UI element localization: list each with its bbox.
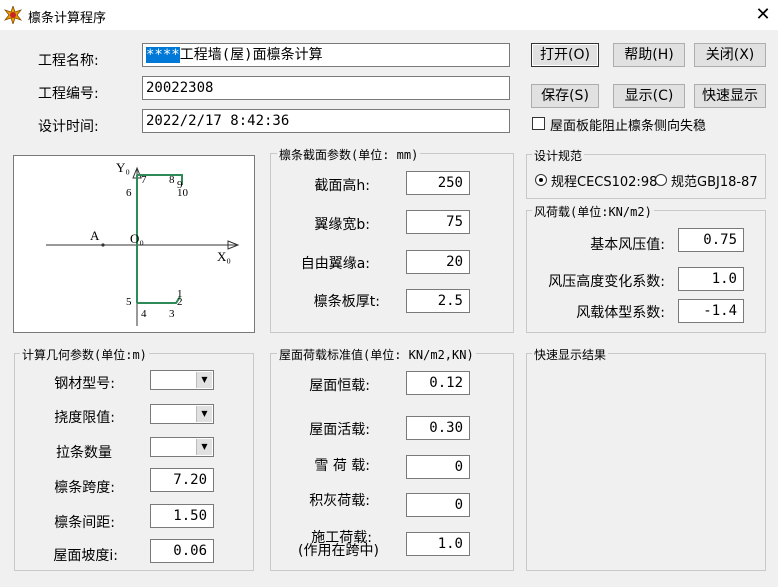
point-5-label: 5 [126,296,132,308]
window-title: 檩条计算程序 [28,11,107,26]
deflection-label: 挠度限值: [54,410,115,426]
shape-factor-input[interactable]: -1.4 [678,299,744,323]
quick-result-title: 快速显示结果 [532,346,609,363]
quick-show-button[interactable]: 快速显示 [694,84,766,108]
project-number-input[interactable]: 20022308 [142,76,510,100]
design-time-input[interactable]: 2022/2/17 8:42:36 [142,109,510,133]
chevron-down-icon[interactable]: ▼ [196,406,212,422]
point-10-label: 10 [177,187,188,199]
point-6-label: 6 [126,187,132,199]
project-name-input[interactable]: ****工程墙(屋)面檩条计算 [142,43,510,67]
prevent-buckling-label: 屋面板能阻止檩条侧向失稳 [550,119,707,134]
construction-load-input[interactable]: 1.0 [406,532,470,556]
point-2-label: 2 [177,296,183,308]
geometry-title: 计算几何参数(单位:m) [20,346,149,363]
spacing-input[interactable]: 1.50 [150,504,214,528]
point-8-label: 8 [169,174,175,186]
span-input[interactable]: 7.20 [150,468,214,492]
y-axis-label: Y₀ [116,160,130,175]
point-3-label: 3 [169,308,175,320]
chevron-down-icon[interactable]: ▼ [196,372,212,388]
project-name-label: 工程名称: [38,53,99,69]
show-button[interactable]: 显示(C) [613,84,685,108]
live-load-label: 屋面活载: [309,422,370,438]
project-name-highlight: **** [146,47,180,63]
design-time-label: 设计时间: [38,119,99,135]
tie-count-select[interactable]: ▼ [150,437,214,457]
lip-input[interactable]: 20 [406,250,470,274]
thickness-input[interactable]: 2.5 [406,289,470,313]
snow-load-label: 雪 荷 载: [314,458,370,474]
help-button[interactable]: 帮助(H) [613,43,685,67]
deflection-select[interactable]: ▼ [150,404,214,424]
code-cecs-label: 规程CECS102:98 [551,175,658,190]
project-number-label: 工程编号: [38,86,99,102]
quick-result-group [526,353,766,571]
steel-type-select[interactable]: ▼ [150,370,214,390]
origin-label: O₀ [130,231,144,246]
tie-count-label: 拉条数量 [56,445,112,461]
section-height-input[interactable]: 250 [406,171,470,195]
slope-input[interactable]: 0.06 [150,539,214,563]
ash-load-input[interactable]: 0 [406,493,470,517]
steel-type-label: 钢材型号: [54,376,115,392]
thickness-label: 檩条板厚t: [313,294,380,310]
code-gbj-radio[interactable] [655,174,667,186]
project-name-value: 工程墙(屋)面檩条计算 [179,47,323,63]
point-a-label: A [90,228,100,243]
dead-load-label: 屋面恒载: [309,378,370,394]
title-bar [0,0,778,30]
star-burst-icon [3,4,23,26]
save-button[interactable]: 保存(S) [531,84,599,108]
code-cecs-radio[interactable] [535,174,547,186]
section-params-title: 檩条截面参数(单位: mm) [277,146,421,163]
basic-wind-label: 基本风压值: [590,237,665,253]
open-button[interactable]: 打开(O) [531,43,599,67]
point-7-label: 7 [141,174,147,186]
section-height-label: 截面高h: [314,178,370,194]
flange-width-input[interactable]: 75 [406,210,470,234]
spacing-label: 檩条间距: [54,515,115,531]
basic-wind-input[interactable]: 0.75 [678,228,744,252]
height-factor-input[interactable]: 1.0 [678,267,744,291]
section-diagram: Y₀ X₀ O₀ A 1 2 3 4 5 6 7 8 9 10 [13,155,255,333]
wind-load-title: 风荷载(单位:KN/m2) [532,203,654,220]
point-4-label: 4 [141,308,147,320]
live-load-input[interactable]: 0.30 [406,416,470,440]
roof-loads-title: 屋面荷载标准值(单位: KN/m2,KN) [277,346,476,363]
snow-load-input[interactable]: 0 [406,455,470,479]
flange-width-label: 翼缘宽b: [314,217,370,233]
shape-factor-label: 风载体型系数: [576,305,665,321]
close-window-button[interactable]: ✕ [752,4,774,26]
lip-label: 自由翼缘a: [300,256,370,272]
chevron-down-icon[interactable]: ▼ [196,439,212,455]
dead-load-input[interactable]: 0.12 [406,371,470,395]
close-button[interactable]: 关闭(X) [694,43,766,67]
slope-label: 屋面坡度i: [53,548,118,564]
span-label: 檩条跨度: [54,480,115,496]
ash-load-label: 积灰荷载: [309,493,370,509]
x-axis-label: X₀ [217,249,231,264]
construction-load-sublabel: (作用在跨中) [298,543,379,559]
prevent-buckling-checkbox[interactable] [532,117,545,130]
height-factor-label: 风压高度变化系数: [548,274,665,290]
design-code-title: 设计规范 [532,147,585,164]
code-gbj-label: 规范GBJ18-87 [671,175,758,190]
